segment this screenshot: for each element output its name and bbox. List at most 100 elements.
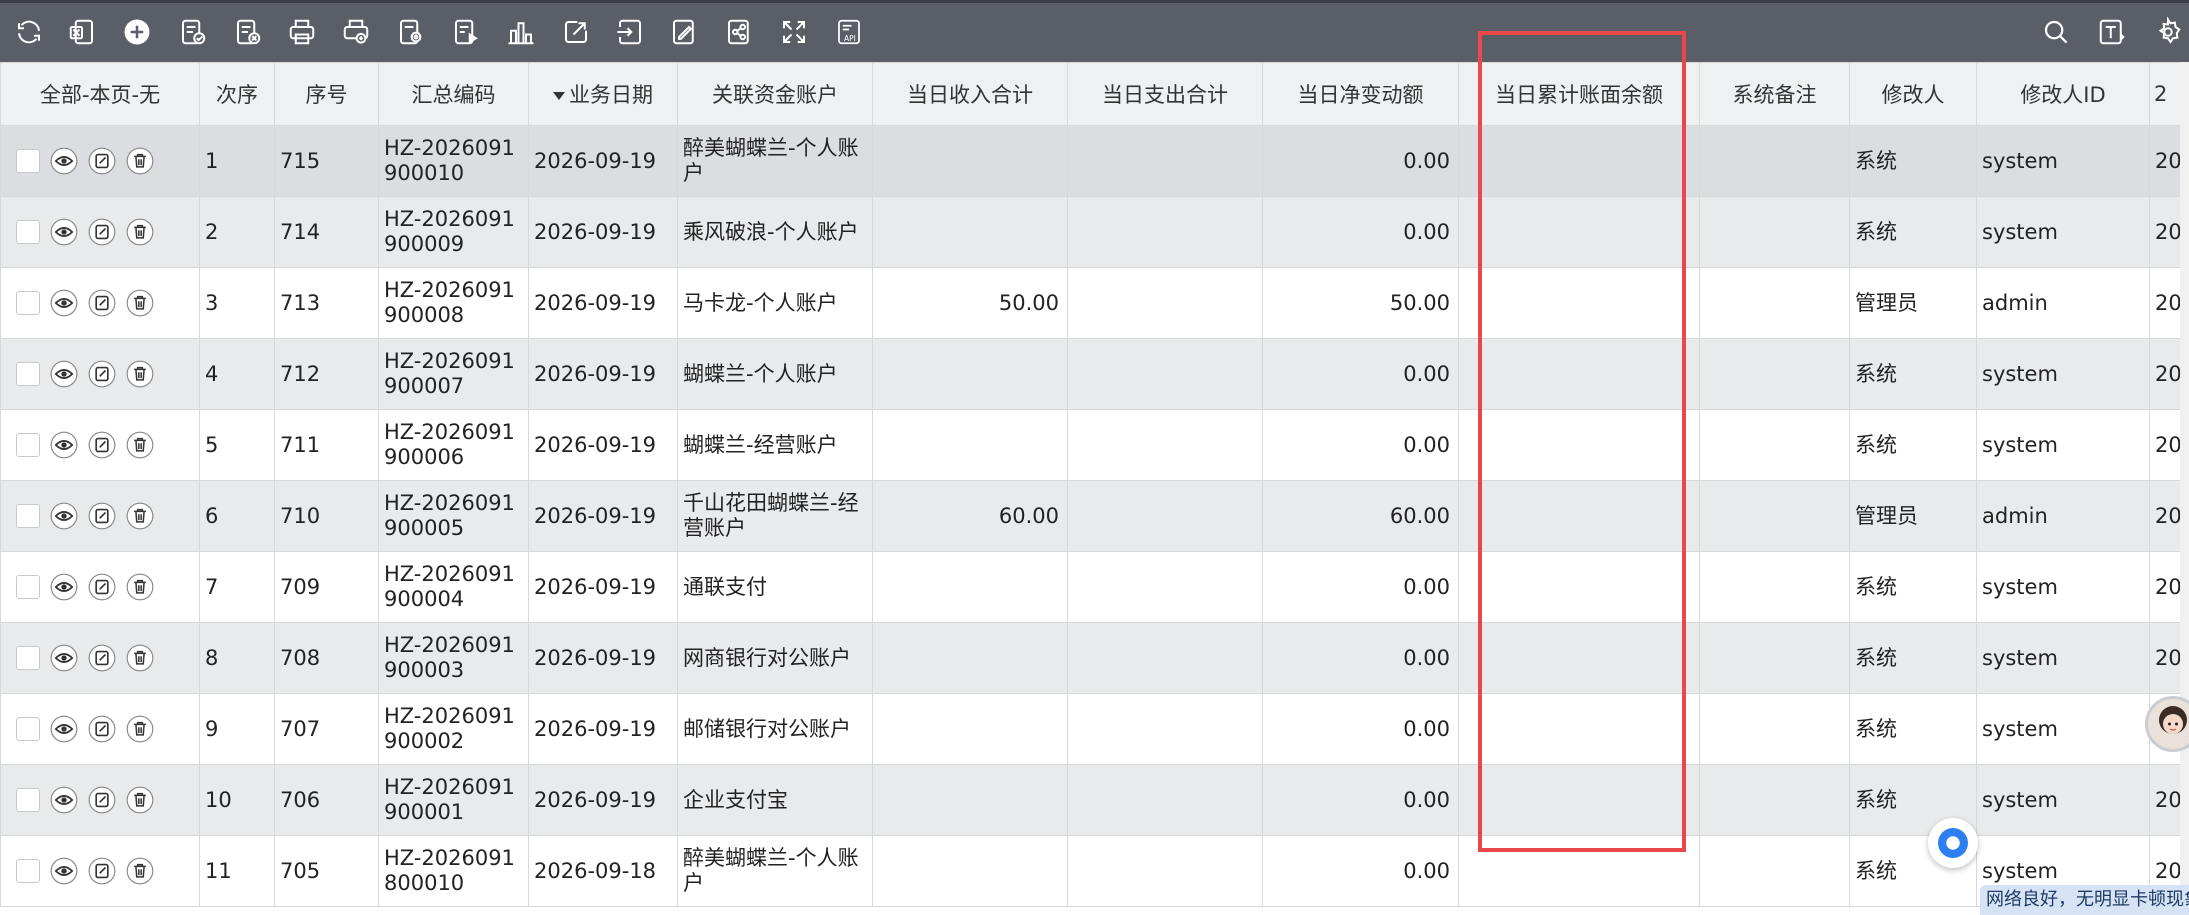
table-row[interactable]: 1 715 HZ-2026091900010 2026-09-19 醉美蝴蝶兰-个人账户… [0,125,2189,197]
view-icon[interactable] [50,218,78,246]
batch-edit-icon[interactable] [666,14,702,50]
select-all-header[interactable]: 全部-本页-无 [0,62,200,126]
approve-icon[interactable] [175,14,211,50]
text-format-icon[interactable] [2094,14,2130,50]
table-row[interactable]: 5 711 HZ-2026091900006 2026-09-19 蝴蝶兰-经营账户 0.… [0,409,2189,481]
refresh-icon[interactable] [11,14,47,50]
row-checkbox[interactable] [16,859,40,883]
edit-icon[interactable] [88,502,116,530]
edit-icon[interactable] [88,147,116,175]
delete-icon[interactable] [126,147,154,175]
search-icon[interactable] [2038,14,2074,50]
view-icon[interactable] [50,573,78,601]
reject-icon[interactable] [230,14,266,50]
table-row[interactable]: 6 710 HZ-2026091900005 2026-09-19 千山花田蝴蝶兰-经营… [0,480,2189,552]
delete-icon[interactable] [126,715,154,743]
table-row[interactable]: 3 713 HZ-2026091900008 2026-09-19 马卡龙-个人账户 50… [0,267,2189,339]
view-icon[interactable] [50,431,78,459]
table-row[interactable]: 9 707 HZ-2026091900002 2026-09-19 邮储银行对公账户 0.… [0,693,2189,765]
view-icon[interactable] [50,360,78,388]
row-checkbox[interactable] [16,149,40,173]
delete-icon[interactable] [126,573,154,601]
header-code[interactable]: 汇总编码 [378,62,529,126]
edit-icon[interactable] [88,289,116,317]
edit-icon[interactable] [88,715,116,743]
table-row[interactable]: 7 709 HZ-2026091900004 2026-09-19 通联支付 0.00 系统… [0,551,2189,623]
cell-balance [1458,338,1700,410]
cell-modifier: 系统 [1849,125,1977,197]
api-icon[interactable]: API [831,14,867,50]
row-checkbox[interactable] [16,575,40,599]
view-icon[interactable] [50,857,78,885]
header-modifier[interactable]: 修改人 [1849,62,1977,126]
edit-export-icon[interactable] [558,14,594,50]
table-row[interactable]: 2 714 HZ-2026091900009 2026-09-19 乘风破浪-个人账户 0… [0,196,2189,268]
cell-modifier-id: system [1976,409,2150,481]
view-icon[interactable] [50,289,78,317]
row-checkbox[interactable] [16,717,40,741]
edit-icon[interactable] [88,644,116,672]
cell-code: HZ-2026091800010 [378,835,529,907]
export-excel-icon[interactable] [64,14,100,50]
edit-icon[interactable] [88,573,116,601]
header-balance[interactable]: 当日累计账面余额 [1458,62,1700,126]
delete-icon[interactable] [126,644,154,672]
edit-icon[interactable] [88,857,116,885]
delete-icon[interactable] [126,786,154,814]
view-icon[interactable] [50,644,78,672]
cell-remark [1699,551,1850,623]
delete-icon[interactable] [126,857,154,885]
row-checkbox[interactable] [16,788,40,812]
row-checkbox[interactable] [16,220,40,244]
row-ops [0,551,200,623]
header-index[interactable]: 次序 [199,62,275,126]
cell-modifier-id: system [1976,338,2150,410]
header-expense[interactable]: 当日支出合计 [1067,62,1263,126]
view-icon[interactable] [50,715,78,743]
view-icon[interactable] [50,147,78,175]
cell-balance [1458,480,1700,552]
edit-icon[interactable] [88,786,116,814]
header-remark[interactable]: 系统备注 [1699,62,1850,126]
header-account[interactable]: 关联资金账户 [677,62,873,126]
delete-icon[interactable] [126,360,154,388]
header-modifier-id[interactable]: 修改人ID [1976,62,2150,126]
edit-icon[interactable] [88,431,116,459]
delete-icon[interactable] [126,289,154,317]
table-row[interactable]: 4 712 HZ-2026091900007 2026-09-19 蝴蝶兰-个人账户 0.… [0,338,2189,410]
header-seq[interactable]: 序号 [274,62,379,126]
row-checkbox[interactable] [16,433,40,457]
table-row[interactable]: 10 706 HZ-2026091900001 2026-09-19 企业支付宝 0.00… [0,764,2189,836]
print-preview-icon[interactable] [338,14,374,50]
settings-icon[interactable] [2150,14,2186,50]
view-icon[interactable] [50,786,78,814]
table-row[interactable]: 8 708 HZ-2026091900003 2026-09-19 网商银行对公账户 0.… [0,622,2189,694]
import-icon[interactable] [612,14,648,50]
chart-icon[interactable] [503,14,539,50]
row-checkbox[interactable] [16,362,40,386]
add-icon[interactable] [119,14,155,50]
header-income[interactable]: 当日收入合计 [872,62,1068,126]
chat-bubble-icon[interactable] [1928,818,1978,868]
edit-icon[interactable] [88,360,116,388]
header-net[interactable]: 当日净变动额 [1262,62,1459,126]
delete-icon[interactable] [126,502,154,530]
play-icon[interactable] [448,14,484,50]
assistant-avatar[interactable] [2145,696,2189,752]
table-row[interactable]: 11 705 HZ-2026091800010 2026-09-18 醉美蝴蝶兰-个人账… [0,835,2189,907]
delete-icon[interactable] [126,431,154,459]
view-icon[interactable] [50,502,78,530]
print-icon[interactable] [284,14,320,50]
fullscreen-icon[interactable] [776,14,812,50]
cell-modifier: 系统 [1849,196,1977,268]
delete-icon[interactable] [126,218,154,246]
header-date[interactable]: 业务日期 [528,62,678,126]
edit-icon[interactable] [88,218,116,246]
print-settings-icon[interactable] [393,14,429,50]
row-checkbox[interactable] [16,646,40,670]
cell-date: 2026-09-19 [528,267,678,339]
row-checkbox[interactable] [16,291,40,315]
share-icon[interactable] [721,14,757,50]
row-checkbox[interactable] [16,504,40,528]
vertical-scrollbar[interactable] [2180,62,2189,915]
